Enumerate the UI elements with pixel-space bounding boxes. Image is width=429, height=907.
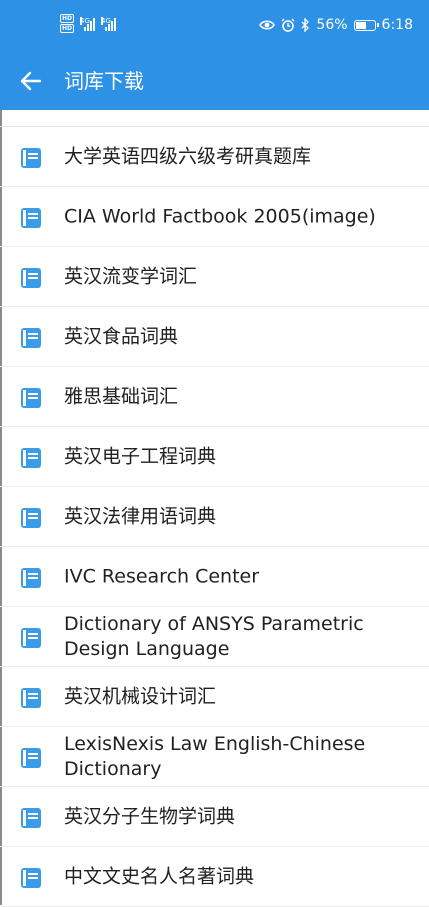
dictionary-name: Dictionary of ANSYS Parametric Design La… — [64, 612, 364, 660]
list-item[interactable]: 中文文史名人名著词典 — [0, 847, 429, 907]
book-icon — [21, 508, 41, 528]
dictionary-name: 英汉电子工程词典 — [64, 445, 217, 467]
dictionary-name: IVC Research Center — [64, 565, 260, 587]
book-icon — [21, 148, 41, 168]
alarm-icon — [281, 18, 295, 32]
dictionary-name: LexisNexis Law English-Chinese Dictionar… — [64, 732, 366, 780]
book-icon — [21, 448, 41, 468]
arrow-left-icon — [20, 71, 42, 91]
signal-icon-2: 4G — [101, 16, 117, 31]
hd-badge-1: HD — [60, 14, 75, 23]
list-item[interactable]: 英汉法律用语词典 — [0, 487, 429, 547]
dictionary-name: 雅思基础词汇 — [64, 385, 179, 407]
list-item[interactable]: 英汉食品词典 — [0, 307, 429, 367]
dictionary-name: 英汉流变学词汇 — [64, 265, 198, 287]
book-icon — [21, 808, 41, 828]
list-item[interactable]: 英汉流变学词汇 — [0, 247, 429, 307]
book-icon — [21, 268, 41, 288]
status-bar: HD HD 4G 4G 56% 6:18 — [0, 0, 429, 52]
book-icon — [21, 568, 41, 588]
dictionary-name: 大学英语四级六级考研真题库 — [64, 145, 312, 167]
list-item[interactable]: IVC Research Center — [0, 547, 429, 607]
network-type-2: 4G — [101, 16, 111, 25]
signal-icon-1: 4G — [80, 16, 96, 31]
book-icon — [21, 388, 41, 408]
bluetooth-icon — [301, 18, 310, 32]
book-icon — [21, 208, 41, 228]
eye-icon — [259, 20, 276, 30]
battery-icon — [353, 19, 379, 31]
list-item[interactable]: CIA World Factbook 2005(image) — [0, 187, 429, 247]
list-item[interactable]: 大学英语四级六级考研真题库 — [0, 127, 429, 187]
dictionary-name: 英汉分子生物学词典 — [64, 805, 236, 827]
dictionary-name: CIA World Factbook 2005(image) — [64, 205, 376, 227]
dictionary-name: 中文文史名人名著词典 — [64, 865, 255, 887]
network-indicators: HD HD 4G 4G — [60, 14, 117, 33]
list-item[interactable]: 英汉电子工程词典 — [0, 427, 429, 487]
book-icon — [21, 868, 41, 888]
dictionary-name: 英汉食品词典 — [64, 325, 179, 347]
book-icon — [21, 688, 41, 708]
clock: 6:18 — [381, 17, 413, 33]
app-bar: 词库下载 — [0, 52, 429, 110]
network-type-1: 4G — [80, 16, 90, 25]
back-button[interactable] — [12, 62, 50, 100]
hd-badges: HD HD — [60, 14, 75, 33]
dictionary-name: 英汉法律用语词典 — [64, 505, 217, 527]
dictionary-name: 英汉机械设计词汇 — [64, 685, 217, 707]
book-icon — [21, 628, 41, 648]
dictionary-list: 大学英语四级六级考研真题库 CIA World Factbook 2005(ima… — [0, 126, 429, 907]
battery-percent: 56% — [316, 17, 348, 33]
system-indicators: 56% 6:18 — [259, 17, 413, 33]
book-icon — [21, 328, 41, 348]
battery-level — [355, 21, 366, 29]
hd-badge-2: HD — [60, 24, 75, 33]
page-title: 词库下载 — [64, 69, 144, 93]
book-icon — [21, 748, 41, 768]
top-bar: HD HD 4G 4G 56% 6:18 词库下载 — [0, 0, 429, 110]
list-item[interactable]: LexisNexis Law English-Chinese Dictionar… — [0, 727, 429, 787]
list-item[interactable]: 英汉分子生物学词典 — [0, 787, 429, 847]
list-item[interactable]: Dictionary of ANSYS Parametric Design La… — [0, 607, 429, 667]
list-item[interactable]: 英汉机械设计词汇 — [0, 667, 429, 727]
list-item[interactable]: 雅思基础词汇 — [0, 367, 429, 427]
